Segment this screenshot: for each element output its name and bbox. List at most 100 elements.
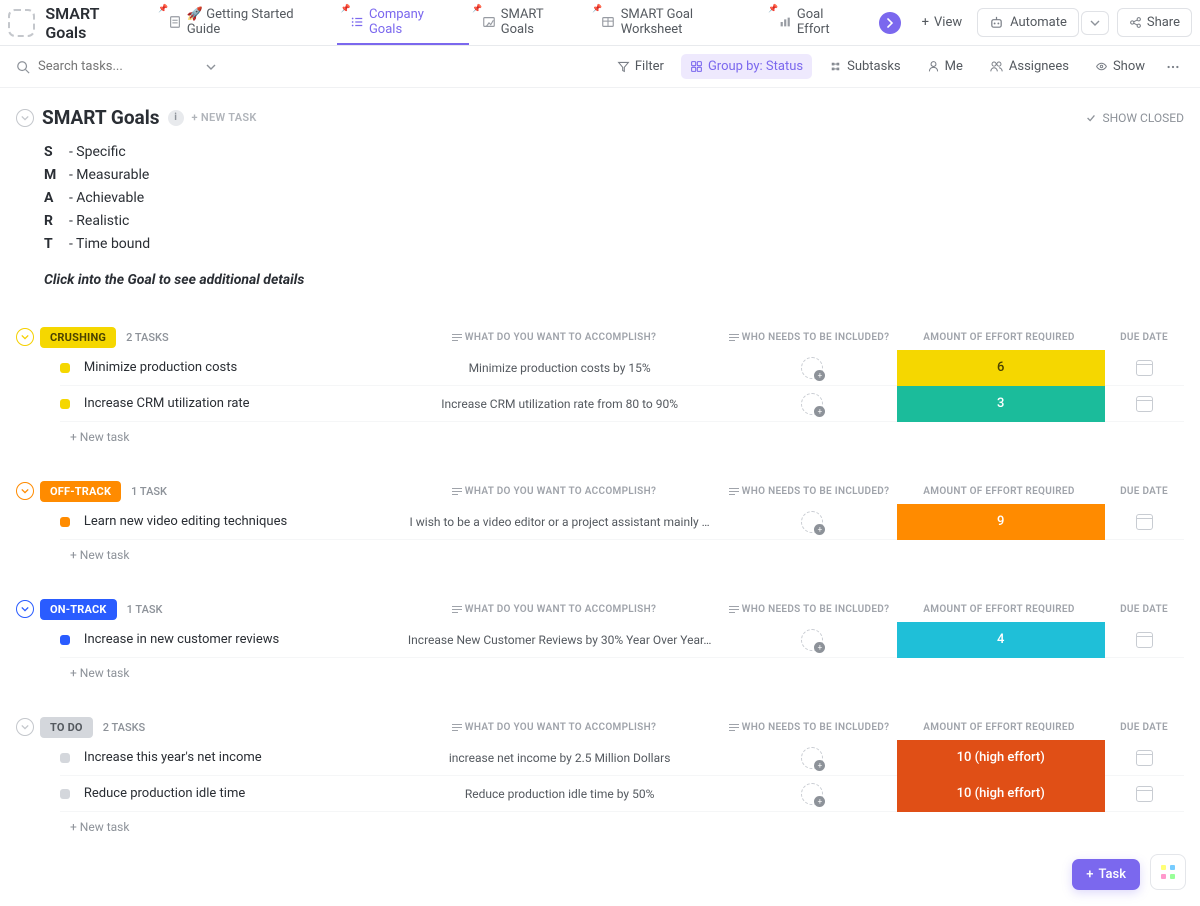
task-effort[interactable]: 4: [897, 622, 1105, 658]
task-name: Increase this year's net income: [84, 750, 391, 765]
automate-dropdown[interactable]: [1081, 11, 1109, 35]
task-count: 2 TASKS: [103, 721, 146, 734]
col-included: WHO NEEDS TO BE INCLUDED?: [724, 486, 894, 497]
board-icon: [481, 14, 495, 29]
task-effort[interactable]: 10 (high effort): [897, 740, 1105, 776]
status-pill[interactable]: ON-TRACK: [40, 599, 117, 620]
text-icon: [729, 332, 739, 342]
status-pill[interactable]: OFF-TRACK: [40, 481, 121, 502]
robot-icon: [989, 15, 1004, 30]
workspace-icon[interactable]: [8, 9, 35, 37]
search-input[interactable]: [38, 59, 178, 74]
info-icon[interactable]: i: [168, 110, 184, 126]
hint-text: Click into the Goal to see additional de…: [44, 272, 1184, 288]
tab-list-1[interactable]: 📌Company Goals: [337, 0, 469, 45]
more-icon[interactable]: [1162, 56, 1184, 78]
me-button[interactable]: Me: [918, 54, 972, 79]
col-effort: AMOUNT OF EFFORT REQUIRED: [894, 332, 1104, 343]
task-accomplish: Increase New Customer Reviews by 30% Yea…: [391, 633, 728, 647]
task-assignee-cell[interactable]: [728, 357, 896, 379]
task-effort[interactable]: 9: [897, 504, 1105, 540]
user-icon: [927, 60, 940, 73]
collapse-list-icon[interactable]: [16, 109, 34, 127]
assignees-button[interactable]: Assignees: [980, 54, 1078, 79]
task-effort[interactable]: 6: [897, 350, 1105, 386]
add-assignee-icon[interactable]: [801, 747, 823, 769]
automate-button[interactable]: Automate: [977, 8, 1079, 37]
task-due-cell[interactable]: [1105, 750, 1184, 766]
add-assignee-icon[interactable]: [801, 511, 823, 533]
task-status-dot[interactable]: [60, 753, 70, 763]
task-due-cell[interactable]: [1105, 786, 1184, 802]
task-effort[interactable]: 10 (high effort): [897, 776, 1105, 812]
filter-button[interactable]: Filter: [608, 54, 673, 79]
task-row[interactable]: Learn new video editing techniques I wis…: [60, 504, 1184, 540]
task-status-dot[interactable]: [60, 789, 70, 799]
task-due-cell[interactable]: [1105, 360, 1184, 376]
show-button[interactable]: Show: [1086, 54, 1154, 79]
collapse-group-icon[interactable]: [16, 600, 34, 618]
search-input-wrap[interactable]: [16, 59, 216, 74]
new-task-button[interactable]: + New task: [70, 812, 1184, 842]
task-row[interactable]: Increase this year's net income increase…: [60, 740, 1184, 776]
task-status-dot[interactable]: [60, 399, 70, 409]
task-status-dot[interactable]: [60, 635, 70, 645]
new-task-fab[interactable]: + Task: [1072, 859, 1140, 890]
status-pill[interactable]: TO DO: [40, 717, 93, 738]
add-assignee-icon[interactable]: [801, 629, 823, 651]
collapse-group-icon[interactable]: [16, 482, 34, 500]
task-assignee-cell[interactable]: [728, 747, 896, 769]
subtask-icon: [829, 60, 842, 73]
add-view-button[interactable]: + View: [911, 9, 974, 36]
add-assignee-icon[interactable]: [801, 783, 823, 805]
group-icon: [690, 60, 703, 73]
collapse-group-icon[interactable]: [16, 718, 34, 736]
task-due-cell[interactable]: [1105, 514, 1184, 530]
collapse-group-icon[interactable]: [16, 328, 34, 346]
task-due-cell[interactable]: [1105, 632, 1184, 648]
col-accomplish: WHAT DO YOU WANT TO ACCOMPLISH?: [384, 332, 724, 343]
tab-doc-0[interactable]: 📌🚀 Getting Started Guide: [155, 0, 337, 45]
task-effort[interactable]: 3: [897, 386, 1105, 422]
add-assignee-icon[interactable]: [801, 357, 823, 379]
task-due-cell[interactable]: [1105, 396, 1184, 412]
task-count: 1 TASK: [131, 485, 167, 498]
pin-icon: 📌: [768, 4, 778, 13]
task-row[interactable]: Increase in new customer reviews Increas…: [60, 622, 1184, 658]
task-assignee-cell[interactable]: [728, 511, 896, 533]
pin-icon: 📌: [472, 4, 482, 13]
new-task-button[interactable]: + New task: [70, 658, 1184, 688]
nav-next-icon[interactable]: [879, 12, 900, 34]
tab-board-2[interactable]: 📌 SMART Goals: [469, 0, 589, 45]
show-closed-button[interactable]: SHOW CLOSED: [1085, 111, 1184, 125]
task-name: Increase CRM utilization rate: [84, 396, 391, 411]
task-status-dot[interactable]: [60, 363, 70, 373]
task-row[interactable]: Increase CRM utilization rate Increase C…: [60, 386, 1184, 422]
task-assignee-cell[interactable]: [728, 393, 896, 415]
status-pill[interactable]: CRUSHING: [40, 327, 116, 348]
apps-icon: [1161, 865, 1175, 879]
group-by-button[interactable]: Group by: Status: [681, 54, 812, 79]
task-assignee-cell[interactable]: [728, 783, 896, 805]
text-icon: [452, 722, 462, 732]
plus-icon: +: [922, 15, 929, 30]
tab-chart-4[interactable]: 📌Goal Effort: [765, 0, 869, 45]
task-assignee-cell[interactable]: [728, 629, 896, 651]
task-name: Minimize production costs: [84, 360, 391, 375]
task-row[interactable]: Reduce production idle time Reduce produ…: [60, 776, 1184, 812]
new-task-header-button[interactable]: + NEW TASK: [192, 111, 257, 124]
tab-label: SMART Goals: [501, 7, 577, 37]
task-status-dot[interactable]: [60, 517, 70, 527]
new-task-button[interactable]: + New task: [70, 422, 1184, 452]
share-button[interactable]: Share: [1117, 8, 1192, 37]
new-task-button[interactable]: + New task: [70, 540, 1184, 570]
task-count: 2 TASKS: [126, 331, 169, 344]
tab-sheet-3[interactable]: 📌SMART Goal Worksheet: [589, 0, 765, 45]
search-chevron-icon[interactable]: [206, 62, 216, 72]
apps-fab[interactable]: [1150, 854, 1186, 890]
add-assignee-icon[interactable]: [801, 393, 823, 415]
subtasks-button[interactable]: Subtasks: [820, 54, 910, 79]
task-accomplish: Reduce production idle time by 50%: [391, 787, 728, 801]
task-row[interactable]: Minimize production costs Minimize produ…: [60, 350, 1184, 386]
status-group-offtrack: OFF-TRACK 1 TASK WHAT DO YOU WANT TO ACC…: [16, 478, 1184, 570]
